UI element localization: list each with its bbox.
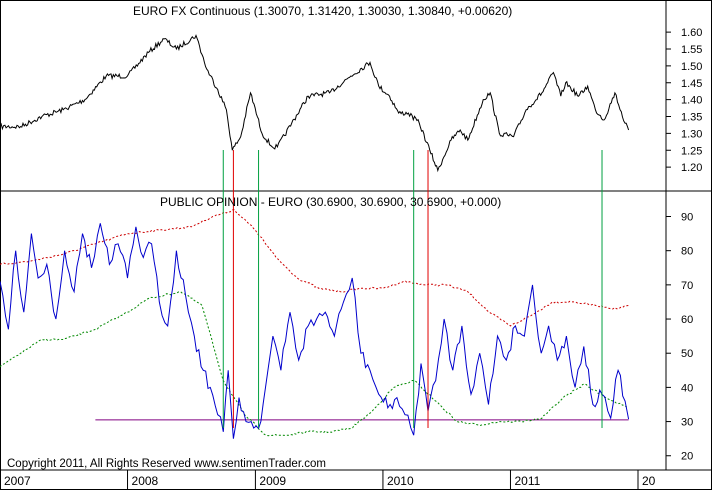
price-tick-label: 1.55: [681, 44, 702, 56]
sentiment-tick-label: 20: [681, 451, 693, 463]
x-tick-label: 2007: [4, 474, 31, 488]
x-tick-label: 2011: [514, 474, 540, 488]
copyright-text: Copyright 2011, All Rights Reserved www.…: [7, 458, 326, 470]
price-tick-label: 1.50: [681, 61, 702, 73]
x-tick-label: 2009: [259, 474, 286, 488]
price-tick-label: 1.30: [681, 128, 702, 140]
sentiment-tick-label: 70: [681, 280, 693, 292]
price-chart-title: EURO FX Continuous (1.30070, 1.31420, 1.…: [133, 4, 512, 18]
price-tick-label: 1.40: [681, 95, 702, 107]
price-tick-label: 1.20: [681, 162, 702, 174]
price-tick-label: 1.25: [681, 145, 702, 157]
sentiment-tick-label: 50: [681, 348, 693, 360]
sentiment-tick-label: 40: [681, 382, 693, 394]
chart-root: 1.60 1.55 1.50 1.45 1.40 1.35 1.30 1.25 1.20 90 8…: [0, 0, 712, 490]
sentiment-tick-label: 60: [681, 314, 693, 326]
x-tick-label: 2008: [132, 474, 159, 488]
x-tick-label: 2010: [387, 474, 414, 488]
chart-svg: 1.60 1.55 1.50 1.45 1.40 1.35 1.30 1.25 1.20 90 8…: [0, 0, 712, 490]
sentiment-tick-label: 30: [681, 417, 693, 429]
sentiment-tick-label: 90: [681, 212, 693, 224]
price-tick-label: 1.35: [681, 112, 702, 124]
price-tick-label: 1.60: [681, 27, 702, 39]
sentiment-chart-title: PUBLIC OPINION - EURO (30.6900, 30.6900,…: [160, 195, 501, 209]
price-tick-label: 1.45: [681, 78, 702, 90]
sentiment-tick-label: 80: [681, 246, 693, 258]
x-tick-label: 20: [642, 474, 656, 488]
